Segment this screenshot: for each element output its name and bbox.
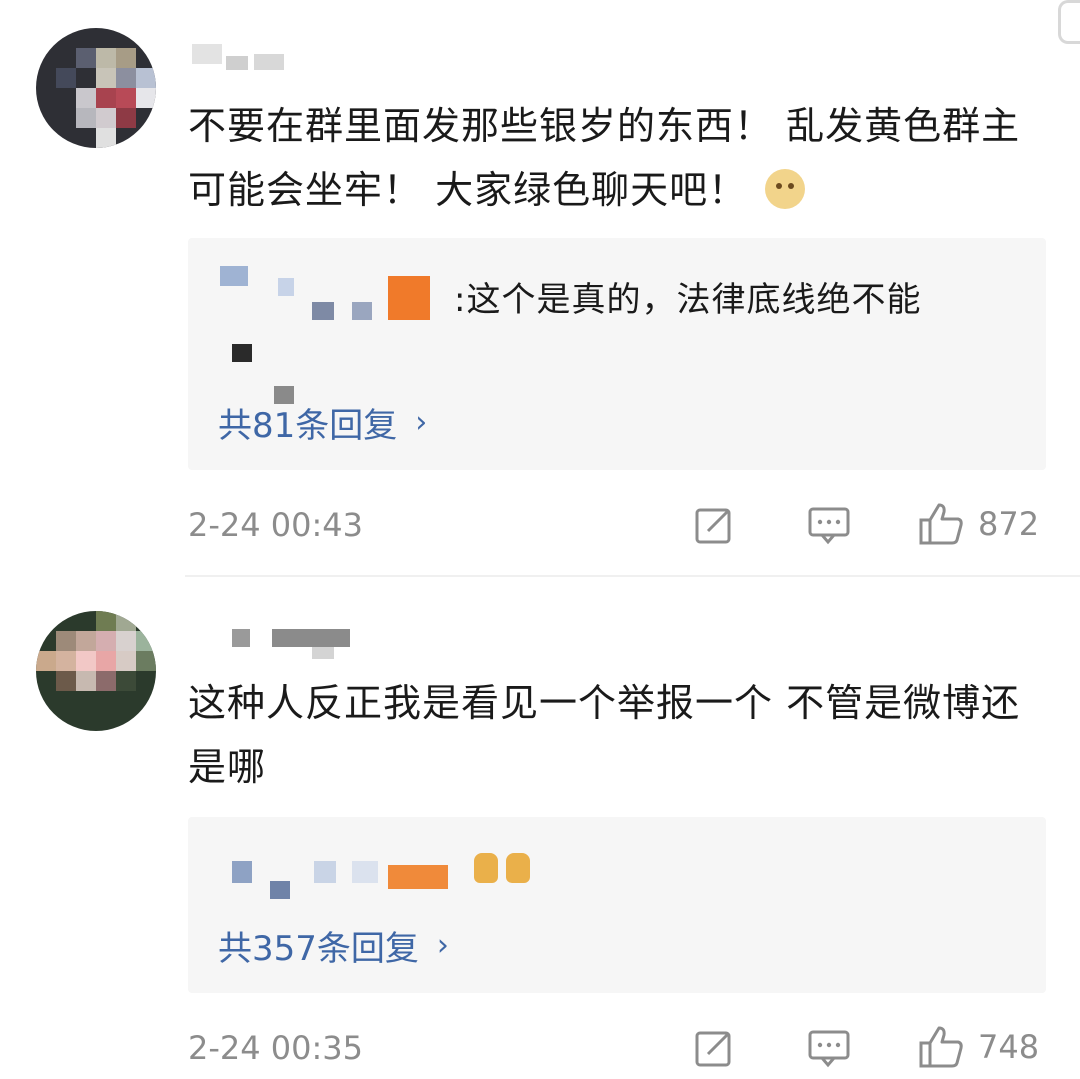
- avatar[interactable]: [36, 611, 156, 731]
- username-redacted[interactable]: [188, 44, 308, 74]
- like-count: 748: [978, 1028, 1040, 1066]
- comment-button[interactable]: [808, 1028, 850, 1068]
- username-redacted[interactable]: [188, 629, 358, 659]
- thumbs-up-icon: [919, 503, 963, 545]
- like-button[interactable]: 872: [918, 502, 1039, 546]
- like-button[interactable]: 748: [918, 1025, 1039, 1069]
- comment-text: 这种人反正我是看见一个举报一个 不管是微博还是哪: [188, 681, 1021, 789]
- reply-username-redacted[interactable]: [220, 266, 450, 404]
- like-count: 872: [978, 505, 1040, 543]
- thumbs-up-emoji: [474, 853, 530, 883]
- reply-username-redacted[interactable]: [232, 861, 452, 901]
- avatar[interactable]: [36, 28, 156, 148]
- edit-button[interactable]: [694, 505, 734, 545]
- comment-icon: [808, 1030, 850, 1068]
- comment-button[interactable]: [808, 505, 850, 545]
- comment-item: 不要在群里面发那些银岁的东西！ 乱发黄色群主可能会坐牢！ 大家绿色聊天吧！ :这…: [0, 0, 1080, 575]
- comment-text: 不要在群里面发那些银岁的东西！ 乱发黄色群主可能会坐牢！ 大家绿色聊天吧！: [188, 104, 1021, 212]
- reply-preview[interactable]: 共357条回复 ›: [188, 817, 1046, 993]
- chevron-right-icon: ›: [436, 928, 449, 963]
- thumbs-up-icon: [919, 1026, 963, 1068]
- view-replies-link[interactable]: 共357条回复 ›: [218, 921, 449, 970]
- edit-icon: [695, 1031, 731, 1067]
- edit-button[interactable]: [694, 1028, 734, 1068]
- reply-preview[interactable]: :这个是真的，法律底线绝不能 共81条回复 ›: [188, 238, 1046, 470]
- edit-icon: [695, 508, 731, 544]
- doge-emoji: [765, 169, 806, 209]
- chevron-right-icon: ›: [415, 405, 428, 440]
- comment-icon: [808, 507, 850, 545]
- comment-timestamp: 2-24 00:35: [188, 1029, 364, 1067]
- comment-timestamp: 2-24 00:43: [188, 506, 364, 544]
- view-replies-link[interactable]: 共81条回复 ›: [218, 398, 427, 447]
- reply-text: :这个是真的，法律底线绝不能: [454, 280, 922, 320]
- comment-item: 这种人反正我是看见一个举报一个 不管是微博还是哪 共357条回复 › 2-24 …: [0, 577, 1080, 1079]
